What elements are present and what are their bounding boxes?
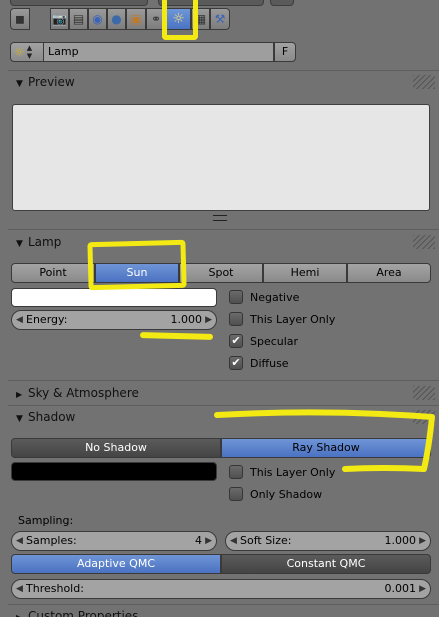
- decrement-arrow-icon[interactable]: ◀: [16, 311, 23, 329]
- highlight-underline-energy: [139, 332, 214, 340]
- divider: [8, 380, 439, 381]
- context-world-button[interactable]: ●: [107, 8, 126, 30]
- diffuse-label: Diffuse: [250, 357, 289, 370]
- panel-grip-icon[interactable]: [413, 75, 435, 89]
- specular-label: Specular: [250, 335, 299, 348]
- this-layer-only-label: This Layer Only: [250, 313, 336, 326]
- preview-resize-handle[interactable]: [213, 215, 227, 221]
- context-render-button[interactable]: ◼: [10, 8, 30, 30]
- decrement-arrow-icon[interactable]: ◀: [16, 580, 23, 598]
- preview-panel-header[interactable]: ▼ Preview: [8, 71, 439, 93]
- lamp-type-point[interactable]: Point: [11, 263, 95, 283]
- diffuse-checkbox[interactable]: ✔: [229, 356, 243, 370]
- increment-arrow-icon[interactable]: ▶: [419, 580, 426, 598]
- shadow-color-swatch[interactable]: [11, 462, 217, 481]
- datablock-name-field[interactable]: Lamp: [44, 42, 274, 62]
- expand-triangle-icon: ▶: [16, 390, 23, 399]
- collapse-triangle-icon: ▼: [16, 239, 23, 249]
- constraints-icon: ⚭: [150, 12, 162, 26]
- shadow-mode-no-shadow[interactable]: No Shadow: [11, 438, 221, 458]
- fake-user-button[interactable]: F: [274, 42, 296, 62]
- samples-value: 4: [195, 534, 202, 547]
- only-shadow-checkbox[interactable]: [229, 487, 243, 501]
- method-constant-qmc[interactable]: Constant QMC: [221, 554, 431, 574]
- decrement-arrow-icon[interactable]: ◀: [16, 532, 23, 550]
- lamp-type-selector: Point Sun Spot Hemi Area: [11, 263, 431, 283]
- soft-size-value: 1.000: [384, 534, 417, 547]
- lamp-color-swatch[interactable]: [11, 288, 217, 307]
- this-layer-only-checkbox[interactable]: [229, 312, 243, 326]
- preview-panel-title: Preview: [28, 75, 75, 89]
- header-field-right[interactable]: [270, 0, 294, 6]
- energy-field[interactable]: ◀ Energy: 1.000 ▶: [11, 310, 217, 330]
- context-render-layers-button[interactable]: ▤: [69, 8, 88, 30]
- object-icon: ▣: [130, 12, 142, 26]
- lamp-datablock-selector: ☼ ▲ ▼ Lamp F: [10, 42, 296, 62]
- lamp-type-spot[interactable]: Spot: [179, 263, 263, 283]
- expand-triangle-icon: ▶: [16, 608, 28, 617]
- highlight-mark-sun: [87, 239, 187, 291]
- method-adaptive-qmc[interactable]: Adaptive QMC: [11, 554, 221, 574]
- custom-properties-panel-header[interactable]: ▶Custom Properties: [8, 606, 439, 617]
- render-layers-icon: ▤: [72, 12, 85, 26]
- camera-icon: 📷: [52, 12, 67, 26]
- updown-arrows-icon: ▲ ▼: [26, 44, 33, 60]
- context-camera-button[interactable]: 📷: [50, 8, 69, 30]
- header-field-left[interactable]: [10, 0, 148, 6]
- soft-size-label: Soft Size:: [240, 534, 292, 547]
- checkmark-icon: ✔: [231, 356, 241, 369]
- context-tabs: ◼ 📷 ▤ ◉ ● ▣ ⚭ ☼ ▦ ⚒: [0, 8, 439, 30]
- panel-grip-icon[interactable]: [413, 235, 435, 249]
- negative-label: Negative: [250, 291, 300, 304]
- sky-atmosphere-panel-title: Sky & Atmosphere: [28, 386, 139, 400]
- properties-header: ◼ 📷 ▤ ◉ ● ▣ ⚭ ☼ ▦ ⚒: [0, 0, 439, 38]
- panel-grip-icon[interactable]: [413, 386, 435, 400]
- physics-icon: ⚒: [214, 12, 226, 26]
- increment-arrow-icon[interactable]: ▶: [205, 311, 212, 329]
- collapse-triangle-icon: ▼: [16, 79, 23, 89]
- shadow-panel-title: Shadow: [28, 410, 76, 424]
- soft-size-field[interactable]: ◀ Soft Size: 1.000 ▶: [225, 531, 431, 551]
- sampling-label: Sampling:: [18, 514, 74, 527]
- custom-properties-panel-title: Custom Properties: [28, 609, 139, 617]
- datablock-browse-button[interactable]: ☼ ▲ ▼: [10, 42, 44, 62]
- world-icon: ●: [111, 12, 122, 26]
- energy-value: 1.000: [170, 313, 203, 326]
- collapse-triangle-icon: ▼: [16, 414, 23, 424]
- render-icon: ◼: [15, 12, 25, 26]
- divider: [8, 229, 439, 230]
- sky-atmosphere-panel-header[interactable]: ▶ Sky & Atmosphere: [8, 382, 439, 404]
- threshold-value: 0.001: [384, 582, 417, 595]
- increment-arrow-icon[interactable]: ▶: [419, 532, 426, 550]
- threshold-label: Threshold:: [26, 582, 84, 595]
- samples-label: Samples:: [26, 534, 77, 547]
- sampling-method-selector: Adaptive QMC Constant QMC: [11, 554, 431, 574]
- highlight-mark-lamp-tab: [162, 0, 198, 40]
- lamp-type-area[interactable]: Area: [347, 263, 431, 283]
- energy-label: Energy:: [26, 313, 68, 326]
- lamp-icon: ☼: [14, 45, 25, 59]
- context-object-button[interactable]: ▣: [126, 8, 146, 30]
- context-scene-button[interactable]: ◉: [88, 8, 107, 30]
- specular-checkbox[interactable]: ✔: [229, 334, 243, 348]
- threshold-field[interactable]: ◀ Threshold: 0.001 ▶: [11, 579, 431, 599]
- checkmark-icon: ✔: [231, 334, 241, 347]
- divider: [8, 604, 439, 605]
- lamp-panel-title: Lamp: [28, 235, 62, 249]
- samples-field[interactable]: ◀ Samples: 4 ▶: [11, 531, 217, 551]
- only-shadow-label: Only Shadow: [250, 488, 323, 501]
- lamp-preview: [12, 104, 430, 211]
- lamp-panel-header[interactable]: ▼ Lamp: [8, 231, 439, 253]
- decrement-arrow-icon[interactable]: ◀: [230, 532, 237, 550]
- highlight-mark-ray-shadow: [214, 409, 435, 472]
- negative-checkbox[interactable]: [229, 290, 243, 304]
- increment-arrow-icon[interactable]: ▶: [205, 532, 212, 550]
- scene-icon: ◉: [92, 12, 103, 26]
- lamp-type-hemi[interactable]: Hemi: [263, 263, 347, 283]
- context-physics-button[interactable]: ⚒: [210, 8, 230, 30]
